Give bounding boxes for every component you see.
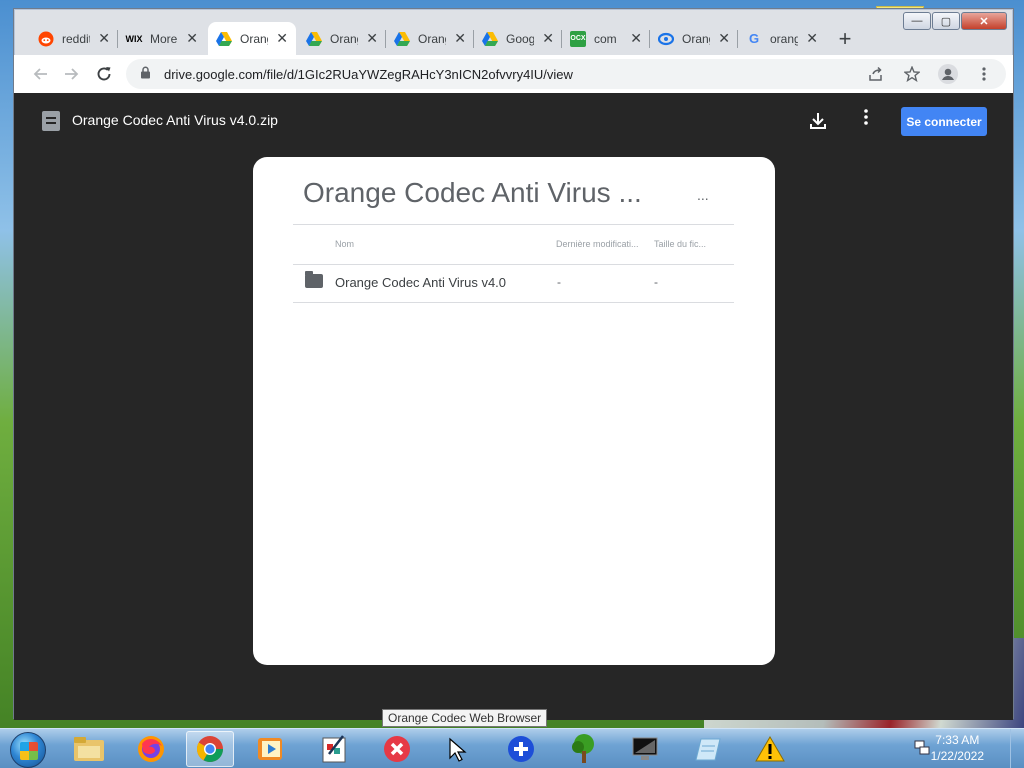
omnibox-actions: [860, 59, 1000, 89]
tab-reddit[interactable]: reddit ✕: [30, 22, 118, 55]
card-title: Orange Codec Anti Virus ...: [303, 177, 642, 208]
tab-close-icon[interactable]: ✕: [718, 30, 730, 47]
tab-close-icon[interactable]: ✕: [630, 30, 642, 47]
row-size: -: [654, 275, 658, 289]
wix-icon: WIX: [125, 33, 143, 44]
zip-contents-card: Orange Codec Anti Virus ... ... Nom Dern…: [253, 157, 775, 665]
sign-in-button[interactable]: Se connecter: [901, 107, 987, 136]
tab-strip: reddit ✕ WIX More ✕ Orange ✕ Orange ✕: [14, 9, 1013, 55]
taskbar-tooltip: Orange Codec Web Browser: [382, 709, 548, 727]
tab-wix[interactable]: WIX More ✕: [118, 22, 206, 55]
tab-orange-4[interactable]: Orange ✕: [650, 22, 738, 55]
firefox-icon[interactable]: [127, 731, 175, 767]
media-player-icon[interactable]: [247, 731, 295, 767]
google-drive-icon: [482, 31, 498, 47]
google-drive-icon: [216, 31, 232, 47]
row-name: Orange Codec Anti Virus v4.0: [335, 275, 507, 290]
zip-file-icon: [42, 111, 60, 131]
notepad-icon[interactable]: [684, 731, 732, 767]
cursor-icon[interactable]: [434, 731, 482, 767]
tab-close-icon[interactable]: ✕: [276, 30, 288, 47]
taskbar: 7:33 AM 1/22/2022: [0, 728, 1024, 768]
chrome-icon[interactable]: [186, 731, 234, 767]
google-icon: G: [748, 31, 760, 46]
new-tab-button[interactable]: +: [832, 27, 858, 53]
tab-label: orange: [770, 31, 799, 46]
address-bar[interactable]: drive.google.com/file/d/1GIc2RUaYWZegRAH…: [126, 59, 1006, 89]
tab-orange-3[interactable]: Orange ✕: [386, 22, 474, 55]
column-header-modified[interactable]: Dernière modificati...: [556, 239, 652, 249]
tab-label: Orange: [682, 31, 710, 46]
folder-icon: [305, 271, 323, 288]
tab-close-icon[interactable]: ✕: [542, 30, 554, 47]
tab-label: More: [150, 31, 178, 46]
profile-avatar-icon[interactable]: [932, 58, 964, 90]
column-header-name[interactable]: Nom: [335, 239, 354, 249]
bookmark-star-icon[interactable]: [896, 58, 928, 90]
explorer-icon[interactable]: [65, 731, 113, 767]
network-icon[interactable]: [913, 739, 931, 757]
tab-google-search[interactable]: G orange ✕: [738, 22, 826, 55]
divider: [293, 302, 734, 303]
column-header-size[interactable]: Taille du fic...: [654, 239, 716, 249]
browser-window: — ▢ ✕ reddit ✕ WIX More ✕ Orange ✕: [13, 8, 1014, 720]
ocx-icon: OCX: [570, 30, 586, 47]
stop-icon[interactable]: [373, 731, 421, 767]
tab-close-icon[interactable]: ✕: [806, 30, 818, 47]
tab-label: Orange: [240, 31, 268, 46]
tab-close-icon[interactable]: ✕: [98, 30, 110, 47]
tab-ocx[interactable]: OCX com ✕: [562, 22, 650, 55]
tab-orange-2[interactable]: Orange ✕: [298, 22, 386, 55]
forward-button[interactable]: [56, 58, 88, 90]
tab-label: reddit: [62, 31, 91, 46]
paint-icon[interactable]: [310, 731, 358, 767]
file-name: Orange Codec Anti Virus v4.0.zip: [72, 112, 278, 128]
clock-date: 1/22/2022: [930, 749, 984, 763]
windows-logo-icon: [20, 742, 38, 760]
share-icon[interactable]: [860, 58, 892, 90]
tab-label: Orange: [418, 31, 446, 46]
clock-time: 7:33 AM: [935, 733, 980, 747]
tab-google[interactable]: Google ✕: [474, 22, 562, 55]
start-button[interactable]: [10, 732, 46, 768]
url-text: drive.google.com/file/d/1GIc2RUaYWZegRAH…: [164, 66, 573, 82]
tab-close-icon[interactable]: ✕: [366, 30, 378, 47]
system-clock[interactable]: 7:33 AM 1/22/2022: [931, 732, 984, 764]
monitor-icon[interactable]: [621, 731, 669, 767]
back-button[interactable]: [24, 58, 56, 90]
browser-toolbar: drive.google.com/file/d/1GIc2RUaYWZegRAH…: [14, 55, 1013, 93]
warning-icon[interactable]: [746, 731, 794, 767]
google-drive-icon: [394, 31, 410, 47]
menu-kebab-icon[interactable]: [968, 58, 1000, 90]
more-options-icon[interactable]: [856, 108, 876, 134]
google-drive-icon: [306, 31, 322, 47]
show-desktop-button[interactable]: [1010, 729, 1024, 768]
tree-icon[interactable]: [560, 731, 608, 767]
divider: [293, 264, 734, 265]
tab-label: Google: [506, 31, 535, 46]
tab-close-icon[interactable]: ✕: [454, 30, 466, 47]
reddit-icon: [38, 31, 54, 47]
plus-icon[interactable]: [497, 731, 545, 767]
card-more-icon[interactable]: ...: [697, 187, 709, 203]
lock-icon: [140, 66, 154, 82]
orange-codec-icon: [658, 31, 674, 47]
tab-label: Orange: [330, 31, 358, 46]
tab-close-icon[interactable]: ✕: [186, 30, 198, 47]
reload-button[interactable]: [88, 58, 120, 90]
download-icon[interactable]: [806, 109, 830, 133]
drive-preview-page: Orange Codec Anti Virus v4.0.zip Se conn…: [14, 93, 1013, 720]
tab-label: com: [594, 31, 617, 46]
preview-header: Orange Codec Anti Virus v4.0.zip Se conn…: [14, 93, 1013, 149]
divider: [293, 224, 734, 225]
row-modified: -: [557, 275, 561, 289]
tab-orange-active[interactable]: Orange ✕: [208, 22, 296, 55]
